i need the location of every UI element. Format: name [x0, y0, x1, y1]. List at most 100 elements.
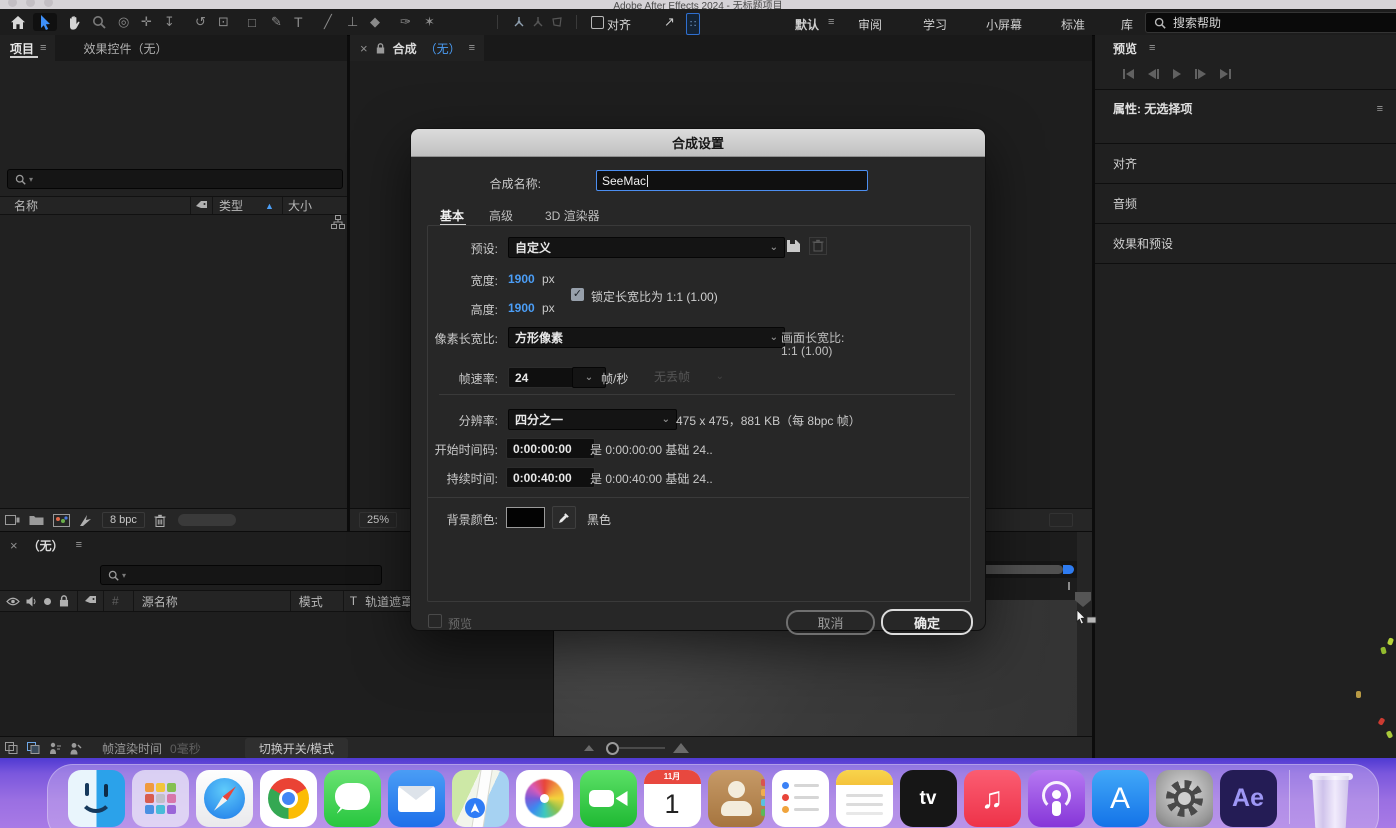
- workspace-tab-standard[interactable]: 标准: [1061, 16, 1085, 33]
- sort-ascending-icon[interactable]: ▲: [265, 201, 274, 211]
- label-column-icon[interactable]: [195, 200, 208, 212]
- world-axis-mode-icon[interactable]: [530, 13, 546, 31]
- view-axis-mode-icon[interactable]: [549, 13, 565, 31]
- zoom-out-mountain-icon[interactable]: [584, 745, 594, 751]
- preview-panel-header[interactable]: 预览 ≡: [1095, 35, 1396, 61]
- duration-input[interactable]: 0:00:40:00: [506, 467, 595, 488]
- motion-blur-icon[interactable]: [27, 742, 40, 754]
- snap-checkbox[interactable]: [590, 13, 604, 31]
- resolution-dropdown[interactable]: 四分之一⌄: [508, 409, 677, 430]
- timeline-zoom-track[interactable]: [619, 747, 665, 749]
- save-preset-icon[interactable]: [785, 238, 802, 254]
- first-frame-button[interactable]: [1123, 69, 1134, 79]
- close-icon[interactable]: ×: [10, 539, 18, 552]
- bit-depth-button[interactable]: 8 bpc: [102, 512, 145, 528]
- cancel-button[interactable]: 取消: [786, 610, 875, 635]
- panel-tab-align[interactable]: 对齐: [1095, 144, 1396, 184]
- column-name[interactable]: 名称: [14, 197, 38, 214]
- panel-menu-icon[interactable]: ≡: [40, 42, 45, 54]
- preset-dropdown[interactable]: 自定义⌄: [508, 237, 785, 258]
- video-eye-icon[interactable]: [6, 597, 20, 606]
- zoom-in-mountain-icon[interactable]: [673, 743, 689, 753]
- selection-tool-button[interactable]: [33, 13, 57, 31]
- comp-marker-icon[interactable]: [1075, 592, 1091, 607]
- dock-calendar-icon[interactable]: 11月 1: [644, 770, 701, 827]
- play-button[interactable]: [1173, 69, 1181, 79]
- lock-aspect-checkbox[interactable]: ✓: [571, 288, 584, 301]
- dock-settings-icon[interactable]: [1156, 770, 1213, 827]
- brush-tool-icon[interactable]: ╱: [324, 13, 332, 31]
- workspace-tab-library[interactable]: 库: [1121, 16, 1133, 33]
- workspace-tab-small-screen[interactable]: 小屏幕: [986, 16, 1022, 33]
- pen-tool-icon[interactable]: ✎: [271, 13, 282, 31]
- region-of-interest-icon[interactable]: ∷: [686, 13, 700, 35]
- column-mode[interactable]: 模式: [299, 593, 323, 610]
- comp-view-option-icon[interactable]: [1049, 513, 1073, 527]
- panel-menu-icon[interactable]: ≡: [76, 539, 81, 551]
- camera-tool-icon[interactable]: ⊡: [218, 13, 229, 31]
- workspace-tab-learn[interactable]: 学习: [923, 16, 947, 33]
- column-type[interactable]: 类型: [219, 197, 243, 214]
- dock-safari-icon[interactable]: [196, 770, 253, 827]
- width-value[interactable]: 1900: [508, 272, 535, 286]
- dock-chrome-icon[interactable]: [260, 770, 317, 827]
- dock-facetime-icon[interactable]: [580, 770, 637, 827]
- timeline-zoom-knob[interactable]: [606, 742, 619, 755]
- properties-panel-header[interactable]: 属性: 无选择项 ≡: [1095, 90, 1396, 144]
- column-source-name[interactable]: 源名称: [142, 593, 178, 610]
- next-frame-button[interactable]: [1195, 69, 1206, 79]
- lock-icon[interactable]: [59, 595, 69, 607]
- toggle-switches-modes-button[interactable]: 切换开关/模式: [245, 738, 348, 759]
- horizontal-scrollbar[interactable]: [178, 514, 236, 526]
- dock-appletv-icon[interactable]: tv: [900, 770, 957, 827]
- previous-frame-button[interactable]: [1148, 69, 1159, 79]
- tab-advanced[interactable]: 高级: [489, 207, 513, 224]
- label-column-icon[interactable]: [84, 595, 97, 607]
- shy-icon[interactable]: [49, 742, 61, 755]
- timeline-tab[interactable]: （无）: [28, 537, 64, 554]
- panel-tab-audio[interactable]: 音频: [1095, 184, 1396, 224]
- help-search-input[interactable]: 搜索帮助: [1145, 12, 1396, 33]
- search-scope-chevron[interactable]: ▾: [122, 571, 126, 580]
- new-composition-icon[interactable]: [53, 514, 70, 527]
- launch-arrow-icon[interactable]: ↗: [664, 13, 675, 31]
- audio-speaker-icon[interactable]: [26, 596, 37, 607]
- puppet-pin-tool-icon[interactable]: ✶: [424, 13, 435, 31]
- new-folder-icon[interactable]: [29, 514, 44, 526]
- column-size[interactable]: 大小: [288, 197, 312, 214]
- roto-brush-tool-icon[interactable]: ✑: [400, 13, 411, 31]
- project-settings-icon[interactable]: [5, 514, 20, 526]
- dock-music-icon[interactable]: ♫: [964, 770, 1021, 827]
- local-axis-mode-icon[interactable]: [511, 13, 527, 31]
- workspace-tab-review[interactable]: 审阅: [858, 16, 882, 33]
- stamp-tool-icon[interactable]: ⊥: [347, 13, 358, 31]
- type-tool-icon[interactable]: T: [294, 13, 303, 31]
- dock-finder-icon[interactable]: [68, 770, 125, 827]
- panel-menu-icon[interactable]: ≡: [1149, 42, 1154, 54]
- dolly-tool-icon[interactable]: ↧: [164, 13, 175, 31]
- timeline-search-input[interactable]: ▾: [100, 565, 382, 585]
- graph-editor-icon[interactable]: [69, 742, 82, 755]
- column-number[interactable]: #: [112, 594, 119, 608]
- project-search-input[interactable]: ▾: [7, 169, 343, 189]
- dock-photos-icon[interactable]: [516, 770, 573, 827]
- home-tool-button[interactable]: [8, 13, 28, 31]
- hand-tool-button[interactable]: [63, 13, 85, 31]
- pixel-aspect-dropdown[interactable]: 方形像素⌄: [508, 327, 785, 348]
- start-timecode-input[interactable]: 0:00:00:00: [506, 438, 595, 459]
- flowchart-icon[interactable]: [331, 215, 345, 229]
- timeline-hscroll-cap[interactable]: [1063, 565, 1074, 574]
- dock-after-effects-icon[interactable]: Ae: [1220, 770, 1277, 827]
- panel-menu-icon[interactable]: ≡: [1377, 103, 1382, 115]
- panel-menu-icon[interactable]: ≡: [469, 42, 474, 54]
- panel-tab-effects-presets[interactable]: 效果和预设: [1095, 224, 1396, 264]
- zoom-tool-button[interactable]: [89, 13, 109, 31]
- tab-effect-controls[interactable]: 效果控件（无）: [83, 40, 167, 57]
- eyedropper-button[interactable]: [552, 506, 576, 529]
- magnification-dropdown[interactable]: 25%: [359, 512, 397, 528]
- column-track-matte[interactable]: 轨道遮罩: [365, 593, 413, 610]
- last-frame-button[interactable]: [1220, 69, 1231, 79]
- frame-blend-icon[interactable]: [5, 742, 18, 754]
- dock-podcasts-icon[interactable]: [1028, 770, 1085, 827]
- height-value[interactable]: 1900: [508, 301, 535, 315]
